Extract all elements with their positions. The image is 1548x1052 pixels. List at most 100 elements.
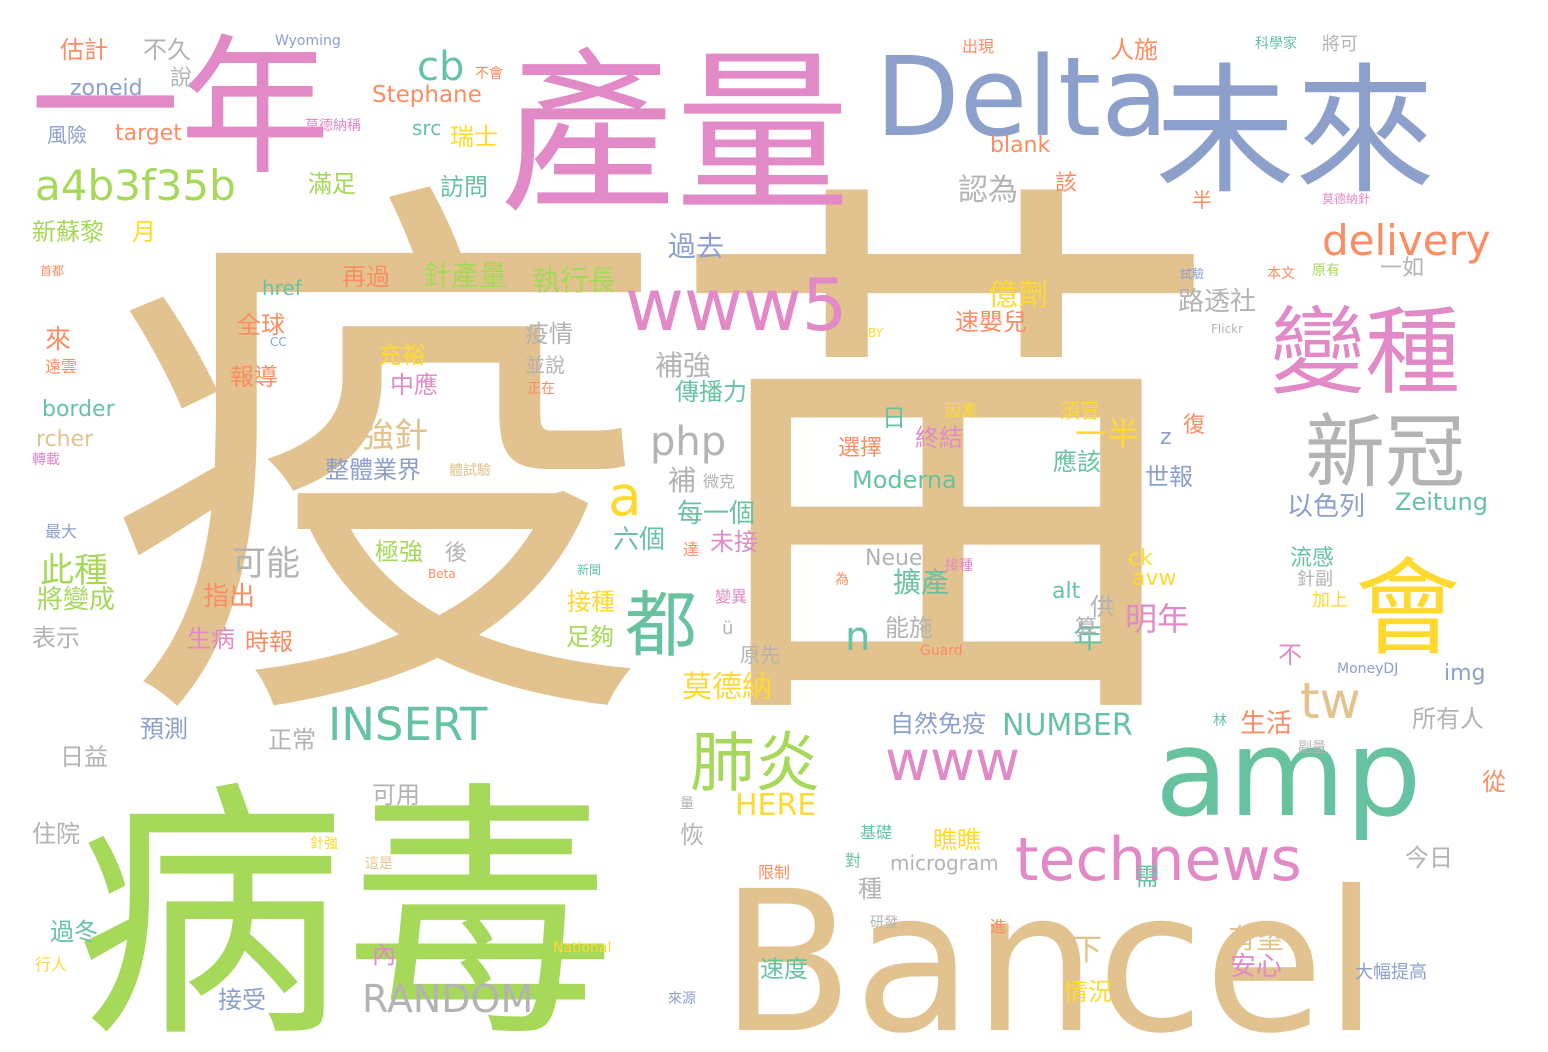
word-176: 進	[990, 917, 1006, 936]
word-151: 莫德納針	[1322, 191, 1370, 206]
word-157: 正在	[527, 381, 555, 397]
word-146: 出現	[962, 37, 994, 56]
word-96: 六個	[613, 525, 665, 555]
word-24: NUMBER	[1002, 708, 1133, 743]
word-128: 可用	[372, 781, 420, 809]
word-42: n	[845, 614, 870, 660]
word-138: 下	[1072, 933, 1102, 968]
word-30: Zeitung	[1395, 488, 1488, 516]
word-114: 生病	[187, 625, 235, 653]
word-153: 試驗	[1180, 266, 1204, 281]
word-101: 極強	[375, 538, 423, 566]
word-61: 訪問	[440, 173, 488, 201]
word-94: 以色列	[1287, 492, 1365, 522]
word-145: 大幅提高	[1355, 962, 1427, 983]
word-60: 瑞士	[450, 123, 498, 151]
word-35: src	[412, 116, 441, 140]
word-53: 估計	[60, 36, 108, 64]
word-59: 月	[132, 218, 156, 246]
word-73: 一如	[1380, 256, 1424, 281]
word-1: 病毒	[75, 759, 615, 1052]
word-91: 世報	[1145, 463, 1193, 491]
word-111: 能施	[885, 614, 933, 642]
word-154: 本文	[1267, 266, 1295, 282]
word-82: 傳播力	[675, 378, 747, 406]
word-150: 莫德納稱	[305, 118, 361, 134]
word-171: 針強	[310, 836, 338, 852]
word-72: 路透社	[1178, 287, 1256, 317]
word-93: 補	[668, 464, 696, 497]
word-54: 不久	[143, 36, 191, 64]
word-172: 對	[845, 851, 861, 870]
word-139: 有望	[1228, 922, 1284, 955]
word-17: tw	[1300, 672, 1361, 730]
word-2: 產量	[500, 34, 850, 237]
word-123: 自然免疫	[890, 710, 986, 738]
word-169: 量	[680, 796, 694, 812]
word-105: 擴產	[893, 566, 949, 599]
word-64: 該	[1055, 171, 1077, 196]
word-142: 接受	[218, 986, 266, 1014]
word-50: Guard	[920, 643, 963, 659]
word-49: Beta	[428, 567, 456, 581]
word-104: 指出	[203, 582, 255, 612]
word-70: 執行長	[532, 264, 616, 297]
word-115: 時報	[245, 628, 293, 656]
word-40: alt	[1052, 579, 1081, 604]
word-74: 疫情	[525, 320, 573, 348]
word-48: Flickr	[1211, 322, 1243, 336]
word-28: Moderna	[852, 466, 957, 494]
word-107: 針副	[1297, 569, 1333, 590]
word-149: 將可	[1322, 34, 1358, 55]
word-46: National	[553, 940, 611, 956]
word-143: 速度	[760, 955, 808, 983]
word-159: 體試驗	[449, 463, 491, 479]
word-69: 針產量	[423, 259, 507, 292]
word-126: 所有人	[1412, 705, 1484, 733]
word-75: 並說	[525, 353, 565, 377]
word-135: 需	[1135, 863, 1159, 891]
word-103: 流感	[1290, 546, 1334, 571]
word-51: BY	[868, 326, 884, 340]
word-11: www5	[625, 263, 847, 347]
word-86: 須冒	[1060, 399, 1100, 423]
word-62: 人施	[1110, 36, 1158, 64]
word-66: 過去	[668, 230, 724, 263]
word-79: 來	[45, 325, 71, 355]
word-34: rcher	[36, 427, 94, 452]
word-136: 過冬	[50, 918, 98, 946]
word-87: 日	[882, 404, 906, 432]
word-144: 情況	[1064, 978, 1112, 1006]
word-23: RANDOM	[362, 977, 533, 1021]
word-43: z	[1160, 425, 1172, 450]
word-119: 莫德納	[682, 670, 772, 705]
word-118: 不	[1278, 641, 1302, 669]
word-cloud: 疫苗病毒產量一年 Delta未來Bancelamp變種新冠會www5都肺炎tech…	[30, 22, 1506, 1052]
word-112: 算	[1075, 616, 1097, 641]
word-31: border	[42, 397, 116, 422]
word-165: 為	[835, 572, 849, 588]
word-39: ck	[1128, 546, 1153, 571]
word-10: 會	[1355, 548, 1460, 670]
word-168: 副量	[1298, 740, 1326, 756]
word-29: HERE	[735, 788, 816, 823]
word-68: 再過	[342, 263, 390, 291]
word-174: 限制	[758, 863, 790, 882]
word-98: 可能	[232, 544, 300, 584]
word-81: 中應	[390, 371, 438, 399]
word-65: 半	[1192, 188, 1212, 212]
word-161: 因素	[945, 401, 977, 420]
word-141: 行人	[35, 955, 67, 974]
word-21: php	[650, 419, 726, 465]
word-8: 變種	[1270, 298, 1460, 408]
word-125: 林	[1213, 713, 1227, 729]
word-27: target	[115, 121, 182, 146]
word-80: 報導	[230, 363, 278, 391]
word-33: href	[262, 276, 303, 300]
word-152: 首都	[40, 264, 64, 278]
word-15: www	[885, 729, 1020, 793]
word-78: 速嬰兒	[955, 308, 1027, 336]
word-132: 恢	[680, 821, 704, 849]
word-90: 應該	[1053, 448, 1101, 476]
word-16: INSERT	[328, 698, 488, 751]
